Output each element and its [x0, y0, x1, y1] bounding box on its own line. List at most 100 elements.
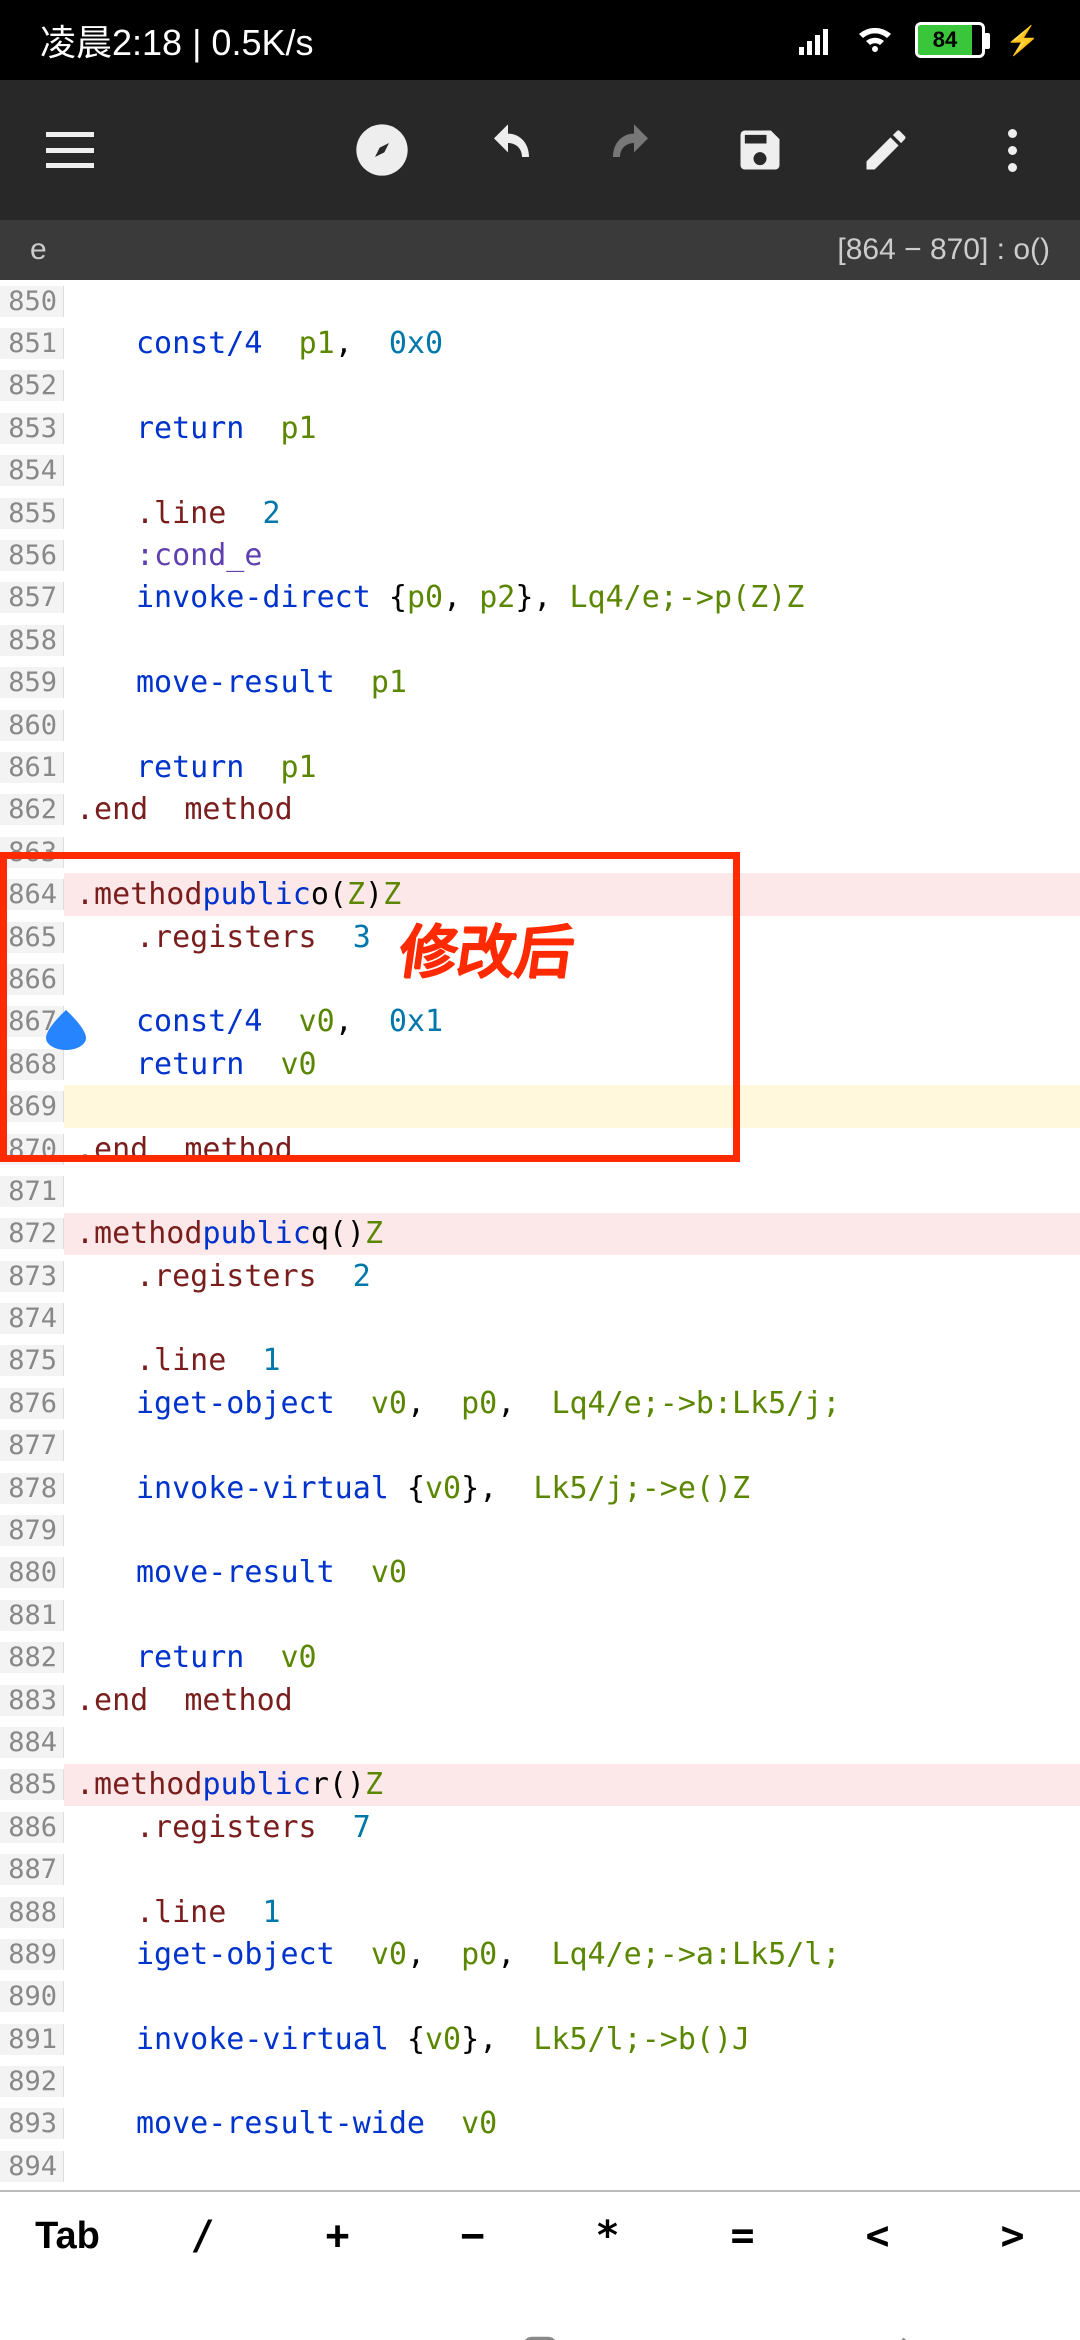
redo-button[interactable]	[606, 122, 662, 178]
code-line[interactable]: 889iget-object v0, p0, Lq4/e;->a:Lk5/l;	[0, 1933, 1080, 1975]
menu-button[interactable]	[0, 132, 140, 168]
code-line[interactable]: 890	[0, 1976, 1080, 2018]
code-line[interactable]: 894	[0, 2145, 1080, 2187]
code-line[interactable]: 892	[0, 2060, 1080, 2102]
line-content[interactable]: invoke-virtual {v0}, Lk5/j;->e()Z	[64, 1467, 1080, 1509]
line-content[interactable]: return p1	[64, 746, 1080, 788]
code-line[interactable]: 881	[0, 1594, 1080, 1636]
code-line[interactable]: 852	[0, 365, 1080, 407]
key-lt[interactable]: <	[810, 2213, 945, 2259]
code-line[interactable]: 868return v0	[0, 1043, 1080, 1085]
code-line[interactable]: 864.method public o(Z)Z	[0, 873, 1080, 915]
line-content[interactable]: invoke-virtual {v0}, Lk5/l;->b()J	[64, 2018, 1080, 2060]
line-content[interactable]: .line 2	[64, 492, 1080, 534]
line-content[interactable]	[64, 619, 1080, 661]
code-editor[interactable]: 850851const/4 p1, 0x0852853return p1854 8…	[0, 280, 1080, 2190]
code-line[interactable]: 873.registers 2	[0, 1255, 1080, 1297]
line-content[interactable]: return p1	[64, 407, 1080, 449]
code-line[interactable]: 877	[0, 1425, 1080, 1467]
code-line[interactable]: 858	[0, 619, 1080, 661]
line-content[interactable]	[64, 1848, 1080, 1890]
line-content[interactable]: move-result p1	[64, 662, 1080, 704]
line-content[interactable]: .line 1	[64, 1340, 1080, 1382]
line-content[interactable]	[64, 958, 1080, 1000]
line-content[interactable]: .end method	[64, 789, 1080, 831]
back-button[interactable]	[877, 2332, 923, 2340]
code-line[interactable]: 879	[0, 1509, 1080, 1551]
code-line[interactable]: 869	[0, 1085, 1080, 1127]
code-line[interactable]: 859move-result p1	[0, 662, 1080, 704]
more-menu-button[interactable]	[984, 122, 1040, 178]
code-line[interactable]: 874	[0, 1297, 1080, 1339]
code-line[interactable]: 870.end method	[0, 1128, 1080, 1170]
code-line[interactable]: 863	[0, 831, 1080, 873]
code-line[interactable]: 886.registers 7	[0, 1806, 1080, 1848]
line-content[interactable]	[64, 2145, 1080, 2187]
line-content[interactable]: :cond_e	[64, 534, 1080, 576]
code-line[interactable]: 880move-result v0	[0, 1552, 1080, 1594]
key-star[interactable]: *	[540, 2213, 675, 2259]
code-line[interactable]: 857invoke-direct {p0, p2}, Lq4/e;->p(Z)Z	[0, 577, 1080, 619]
code-line[interactable]: 865.registers 3	[0, 916, 1080, 958]
line-content[interactable]	[64, 704, 1080, 746]
key-equals[interactable]: =	[675, 2213, 810, 2259]
line-content[interactable]	[64, 1297, 1080, 1339]
line-content[interactable]: const/4 v0, 0x1	[64, 1001, 1080, 1043]
compass-icon[interactable]	[354, 122, 410, 178]
code-line[interactable]: 893move-result-wide v0	[0, 2103, 1080, 2145]
line-content[interactable]	[64, 1594, 1080, 1636]
code-line[interactable]: 887	[0, 1848, 1080, 1890]
line-content[interactable]: .line 1	[64, 1891, 1080, 1933]
line-content[interactable]	[64, 280, 1080, 322]
code-line[interactable]: 862.end method	[0, 789, 1080, 831]
code-line[interactable]: 888.line 1	[0, 1891, 1080, 1933]
code-line[interactable]: 882return v0	[0, 1637, 1080, 1679]
code-line[interactable]: 860	[0, 704, 1080, 746]
key-slash[interactable]: /	[135, 2213, 270, 2259]
line-content[interactable]: .end method	[64, 1128, 1080, 1170]
line-content[interactable]: return v0	[64, 1043, 1080, 1085]
edit-button[interactable]	[858, 122, 914, 178]
line-content[interactable]	[64, 1976, 1080, 2018]
code-line[interactable]: 856:cond_e	[0, 534, 1080, 576]
code-line[interactable]: 861return p1	[0, 746, 1080, 788]
line-content[interactable]: .registers 3	[64, 916, 1080, 958]
code-line[interactable]: 878invoke-virtual {v0}, Lk5/j;->e()Z	[0, 1467, 1080, 1509]
code-line[interactable]: 884	[0, 1721, 1080, 1763]
code-line[interactable]: 875.line 1	[0, 1340, 1080, 1382]
line-content[interactable]: .method public q()Z	[64, 1213, 1080, 1255]
line-content[interactable]	[64, 1721, 1080, 1763]
line-content[interactable]: return v0	[64, 1637, 1080, 1679]
key-plus[interactable]: +	[270, 2213, 405, 2259]
line-content[interactable]	[64, 1085, 1080, 1127]
code-line[interactable]: 871	[0, 1170, 1080, 1212]
code-line[interactable]: 872.method public q()Z	[0, 1213, 1080, 1255]
recents-button[interactable]	[157, 2332, 203, 2340]
line-content[interactable]: iget-object v0, p0, Lq4/e;->b:Lk5/j;	[64, 1382, 1080, 1424]
code-line[interactable]: 866	[0, 958, 1080, 1000]
code-line[interactable]: 850	[0, 280, 1080, 322]
line-content[interactable]	[64, 1425, 1080, 1467]
line-content[interactable]: .method public o(Z)Z	[64, 873, 1080, 915]
line-content[interactable]	[64, 1170, 1080, 1212]
line-content[interactable]	[64, 450, 1080, 492]
code-line[interactable]: 867const/4 v0, 0x1	[0, 1001, 1080, 1043]
line-content[interactable]: invoke-direct {p0, p2}, Lq4/e;->p(Z)Z	[64, 577, 1080, 619]
home-button[interactable]	[517, 2332, 563, 2340]
line-content[interactable]	[64, 831, 1080, 873]
line-content[interactable]	[64, 365, 1080, 407]
line-content[interactable]: .method public r()Z	[64, 1764, 1080, 1806]
key-tab[interactable]: Tab	[0, 2215, 135, 2258]
code-line[interactable]: 853return p1	[0, 407, 1080, 449]
line-content[interactable]: const/4 p1, 0x0	[64, 322, 1080, 364]
save-button[interactable]	[732, 122, 788, 178]
code-line[interactable]: 851const/4 p1, 0x0	[0, 322, 1080, 364]
code-line[interactable]: 876iget-object v0, p0, Lq4/e;->b:Lk5/j;	[0, 1382, 1080, 1424]
code-line[interactable]: 854	[0, 450, 1080, 492]
code-line[interactable]: 885.method public r()Z	[0, 1764, 1080, 1806]
line-content[interactable]: .registers 7	[64, 1806, 1080, 1848]
undo-button[interactable]	[480, 122, 536, 178]
key-gt[interactable]: >	[945, 2213, 1080, 2259]
line-content[interactable]: .registers 2	[64, 1255, 1080, 1297]
line-content[interactable]	[64, 2060, 1080, 2102]
